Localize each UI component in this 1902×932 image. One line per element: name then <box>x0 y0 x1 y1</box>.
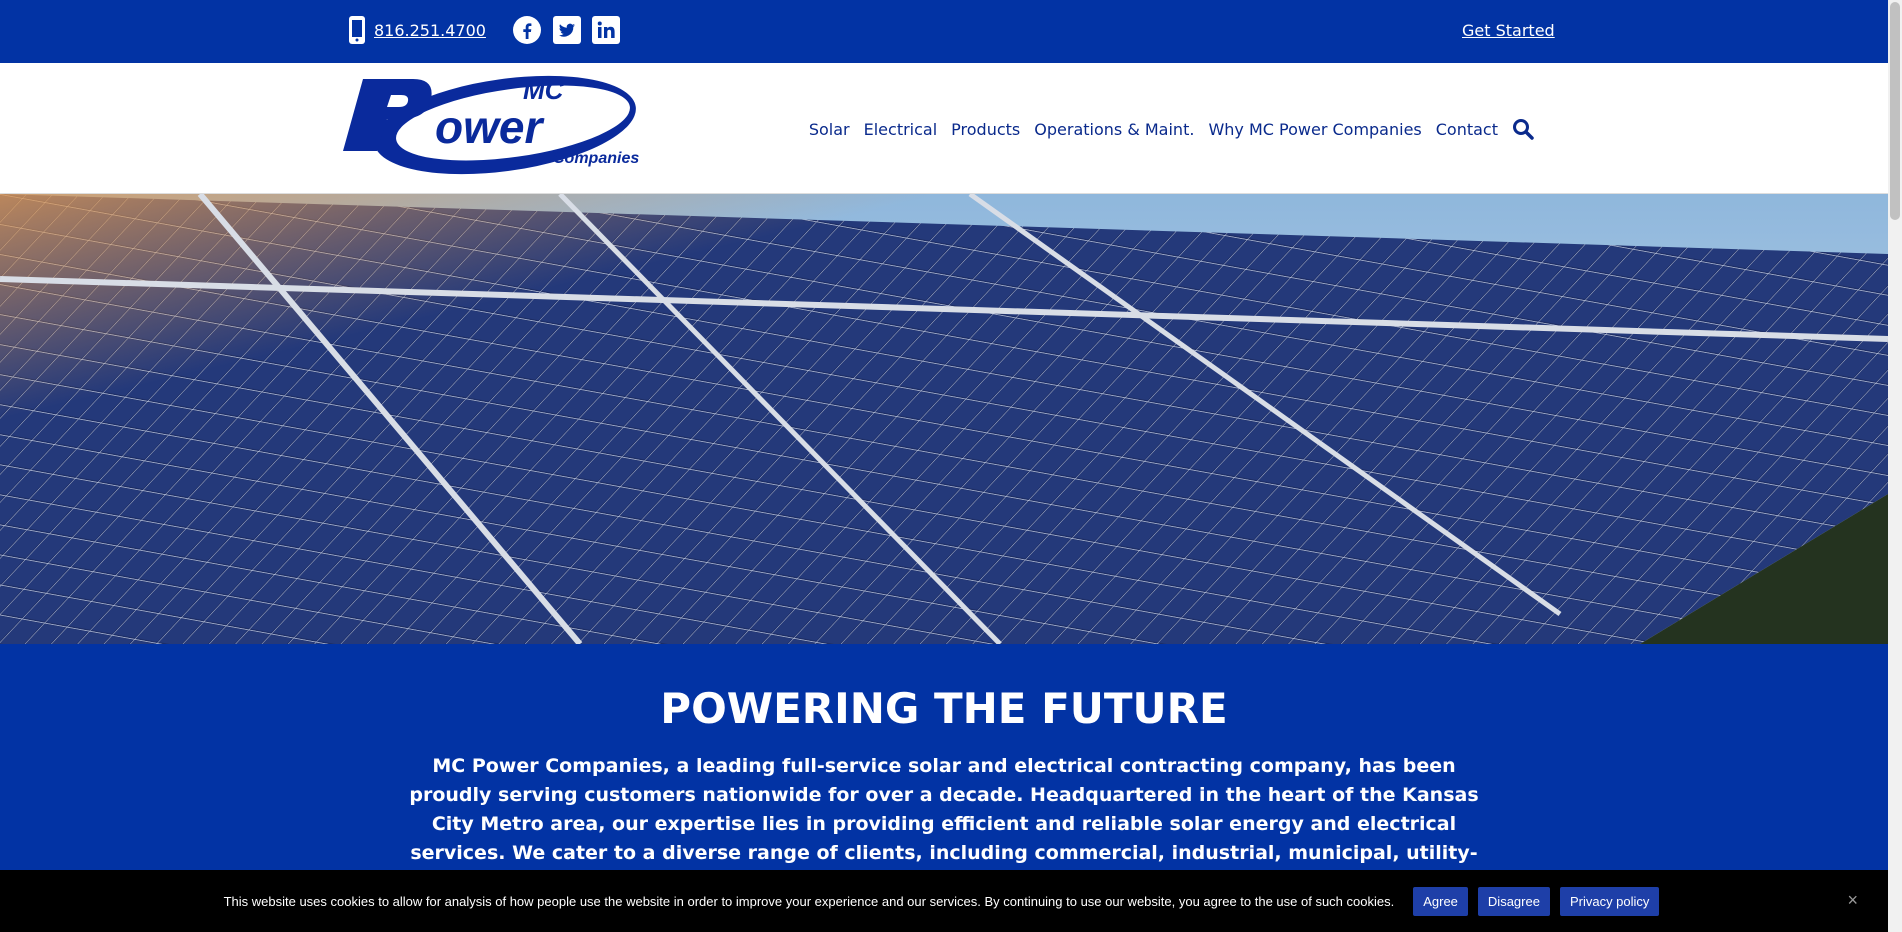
solar-panels-illustration <box>0 194 1888 644</box>
mc-power-logo[interactable]: ower MC Companies <box>343 73 645 177</box>
mobile-phone-icon <box>349 16 365 44</box>
get-started-link[interactable]: Get Started <box>1462 21 1555 40</box>
cookie-agree-button[interactable]: Agree <box>1413 886 1468 916</box>
nav-solar[interactable]: Solar <box>809 120 850 139</box>
facebook-icon[interactable] <box>513 16 541 44</box>
search-icon[interactable] <box>1512 118 1534 140</box>
nav-why-mc-power[interactable]: Why MC Power Companies <box>1208 120 1421 139</box>
hero-solar-panels-image <box>0 194 1888 644</box>
cookie-text: This website uses cookies to allow for a… <box>223 893 1395 909</box>
close-icon[interactable]: × <box>1847 890 1858 911</box>
scrollbar[interactable] <box>1888 0 1902 932</box>
linkedin-icon[interactable] <box>592 16 620 44</box>
twitter-icon[interactable] <box>553 16 581 44</box>
phone-link[interactable]: 816.251.4700 <box>374 21 486 40</box>
top-bar: 816.251.4700 Get Started <box>0 0 1888 63</box>
nav-products[interactable]: Products <box>951 120 1020 139</box>
svg-text:Companies: Companies <box>553 150 639 167</box>
svg-text:ower: ower <box>435 101 544 153</box>
cookie-banner: This website uses cookies to allow for a… <box>0 870 1888 932</box>
page-title: POWERING THE FUTURE <box>660 684 1228 733</box>
cookie-disagree-button[interactable]: Disagree <box>1477 886 1550 916</box>
scrollbar-thumb[interactable] <box>1890 2 1900 220</box>
privacy-policy-button[interactable]: Privacy policy <box>1559 886 1660 916</box>
nav-electrical[interactable]: Electrical <box>864 120 938 139</box>
phone-contact[interactable]: 816.251.4700 <box>348 15 486 45</box>
site-header: ower MC Companies Solar Electrical Produ… <box>0 63 1888 194</box>
main-nav: Solar Electrical Products Operations & M… <box>795 118 1534 140</box>
nav-contact[interactable]: Contact <box>1436 120 1498 139</box>
nav-operations-maintenance[interactable]: Operations & Maint. <box>1034 120 1194 139</box>
svg-text:MC: MC <box>523 75 565 105</box>
